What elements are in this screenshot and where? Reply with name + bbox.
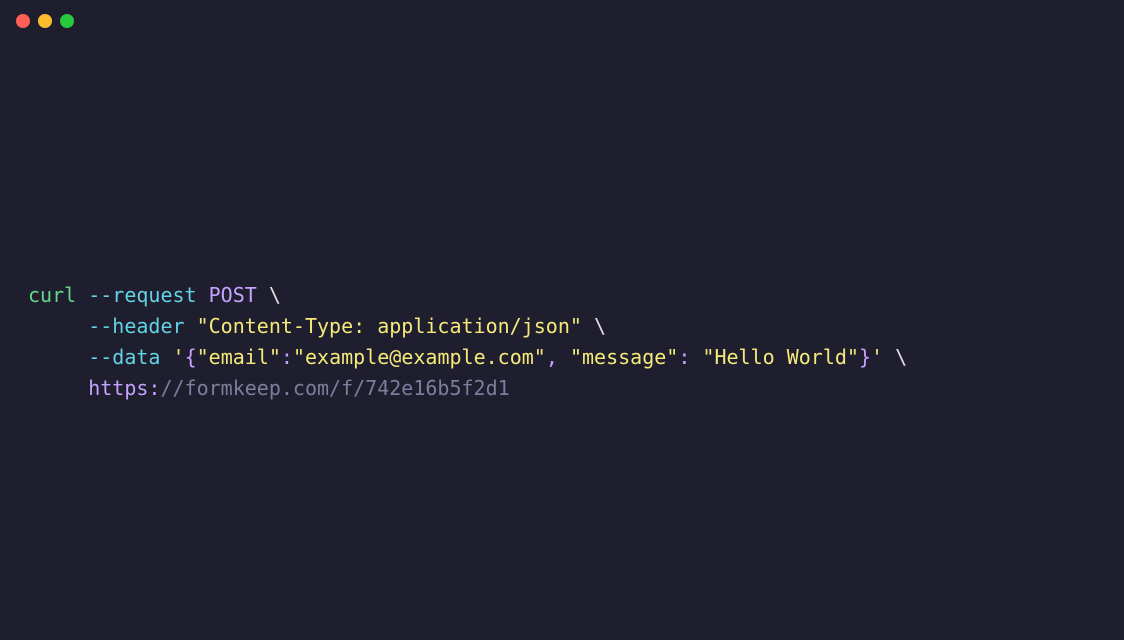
command-token: curl bbox=[28, 283, 76, 307]
string-quote: " bbox=[847, 345, 859, 369]
code-line-1: curl --request POST \ bbox=[28, 280, 1096, 311]
json-value: example@example.com bbox=[305, 345, 534, 369]
comma-token: , bbox=[546, 345, 558, 369]
string-quote: " bbox=[570, 345, 582, 369]
json-value: Hello World bbox=[714, 345, 846, 369]
code-line-4: https://formkeep.com/f/742e16b5f2d1 bbox=[28, 373, 1096, 404]
url-scheme: https: bbox=[88, 376, 160, 400]
colon-token: : bbox=[281, 345, 293, 369]
string-token: Content-Type: application/json bbox=[209, 314, 570, 338]
brace-token: } bbox=[859, 345, 871, 369]
brace-token: { bbox=[185, 345, 197, 369]
json-key: message bbox=[582, 345, 666, 369]
string-quote: ' bbox=[173, 345, 185, 369]
continuation-token: \ bbox=[269, 283, 281, 307]
flag-token: --header bbox=[88, 314, 184, 338]
string-quote: ' bbox=[871, 345, 883, 369]
continuation-token: \ bbox=[895, 345, 907, 369]
maximize-icon[interactable] bbox=[60, 14, 74, 28]
string-quote: " bbox=[666, 345, 678, 369]
close-icon[interactable] bbox=[16, 14, 30, 28]
string-quote: " bbox=[293, 345, 305, 369]
string-quote: " bbox=[534, 345, 546, 369]
flag-token: --data bbox=[88, 345, 160, 369]
method-token: POST bbox=[209, 283, 257, 307]
continuation-token: \ bbox=[594, 314, 606, 338]
code-block: curl --request POST \ --header "Content-… bbox=[0, 42, 1124, 404]
window-titlebar bbox=[0, 0, 1124, 42]
colon-token: : bbox=[678, 345, 690, 369]
string-quote: " bbox=[269, 345, 281, 369]
string-quote: " bbox=[702, 345, 714, 369]
json-key: email bbox=[209, 345, 269, 369]
code-line-3: --data '{"email":"example@example.com", … bbox=[28, 342, 1096, 373]
string-quote: " bbox=[570, 314, 582, 338]
string-quote: " bbox=[197, 314, 209, 338]
minimize-icon[interactable] bbox=[38, 14, 52, 28]
url-path: //formkeep.com/f/742e16b5f2d1 bbox=[160, 376, 509, 400]
flag-token: --request bbox=[88, 283, 196, 307]
string-quote: " bbox=[197, 345, 209, 369]
code-line-2: --header "Content-Type: application/json… bbox=[28, 311, 1096, 342]
